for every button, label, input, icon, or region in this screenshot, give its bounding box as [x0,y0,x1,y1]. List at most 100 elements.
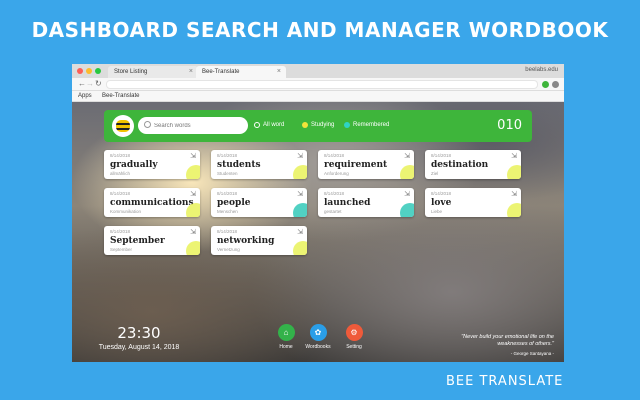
card-word: requirement [324,160,388,170]
open-card-icon[interactable]: ⇲ [511,190,517,198]
status-indicator [186,165,200,179]
open-card-icon[interactable]: ⇲ [404,190,410,198]
bookmark-bee-translate[interactable]: Bee-Translate [102,93,139,99]
close-window-button[interactable] [77,68,83,74]
status-indicator [400,165,414,179]
home-icon: ⌂ [277,324,295,341]
menu-icon[interactable] [552,81,559,88]
clock-widget: 23:30 Tuesday, August 14, 2018 [84,324,194,351]
quote-text: "Never build your emotional life on the … [461,334,554,348]
word-count: 010 [497,118,522,133]
card-word: gradually [110,160,158,170]
card-date: 8/14/2018 [431,153,452,158]
card-translation: Menschen [217,209,238,214]
tab-store-listing[interactable]: Store Listing × [108,66,198,78]
card-translation: Vernetzung [217,247,240,252]
card-date: 8/14/2018 [110,229,131,234]
card-translation: Liebe [431,209,443,214]
open-card-icon[interactable]: ⇲ [190,228,196,236]
filter-studying[interactable]: Studying [302,122,334,128]
open-card-icon[interactable]: ⇲ [297,190,303,198]
extension-icon[interactable] [542,81,549,88]
quote-author: - George Santayana - [510,350,554,356]
open-card-icon[interactable]: ⇲ [297,152,303,160]
card-word: students [217,160,261,170]
status-indicator [293,203,307,217]
card-translation: Anforderung [324,171,349,176]
word-card[interactable]: 8/14/2018 networking Vernetzung ⇲ [211,226,307,255]
bookmark-apps[interactable]: Apps [78,93,92,99]
card-date: 8/14/2018 [110,191,131,196]
open-card-icon[interactable]: ⇲ [297,228,303,236]
address-bar: ← → ↻ [72,78,564,91]
word-card[interactable]: 8/14/2018 launched gestartet ⇲ [318,188,414,217]
card-date: 8/14/2018 [324,191,345,196]
card-word: destination [431,160,489,170]
clock-date: Tuesday, August 14, 2018 [98,344,180,351]
word-card[interactable]: 8/14/2018 love Liebe ⇲ [425,188,521,217]
browser-window: Store Listing × Bee-Translate × beelabs.… [72,64,564,362]
status-indicator [507,203,521,217]
word-card[interactable]: 8/14/2018 September September ⇲ [104,226,200,255]
search-box[interactable] [138,117,248,134]
quote-widget: "Never build your emotional life on the … [442,334,554,357]
status-indicator [186,241,200,255]
card-word: love [431,198,452,208]
bee-logo-icon[interactable] [112,115,134,137]
tab-bee-translate[interactable]: Bee-Translate × [196,66,286,78]
card-translation: Studenten [217,171,238,176]
brand-label: BEE TRANSLATE [446,374,564,389]
new-tab-dashboard: All word Studying Remembered 010 8/14/20… [72,102,564,362]
app-header: All word Studying Remembered 010 [104,110,532,142]
status-indicator [507,165,521,179]
open-card-icon[interactable]: ⇲ [190,152,196,160]
nav-wordbooks-button[interactable]: ✿ Wordbooks [300,324,336,350]
word-card[interactable]: 8/14/2018 requirement Anforderung ⇲ [318,150,414,179]
word-card[interactable]: 8/14/2018 people Menschen ⇲ [211,188,307,217]
promo-title: DASHBOARD SEARCH AND MANAGER WORDBOOK [31,18,609,42]
open-card-icon[interactable]: ⇲ [190,190,196,198]
wordbooks-icon: ✿ [309,324,327,341]
card-translation: gestartet [324,209,342,214]
card-translation: September [110,247,133,252]
minimize-window-button[interactable] [86,68,92,74]
card-translation: Ziel [431,171,439,176]
card-date: 8/14/2018 [110,153,131,158]
radio-icon [254,122,260,128]
word-card[interactable]: 8/14/2018 students Studenten ⇲ [211,150,307,179]
card-word: people [217,198,251,208]
close-tab-icon[interactable]: × [277,68,281,75]
card-translation: Kommunikation [110,209,142,214]
nav-home-button[interactable]: ⌂ Home [268,324,304,350]
tab-strip: Store Listing × Bee-Translate × beelabs.… [72,64,564,78]
status-indicator [186,203,200,217]
close-tab-icon[interactable]: × [189,68,193,75]
word-card[interactable]: 8/14/2018 communications Kommunikation ⇲ [104,188,200,217]
card-word: September [110,236,165,246]
maximize-window-button[interactable] [95,68,101,74]
search-input[interactable] [154,120,242,131]
card-date: 8/14/2018 [217,153,238,158]
search-icon [144,121,151,128]
profile-label[interactable]: beelabs.edu [525,67,558,73]
nav-setting-button[interactable]: ⚙ Setting [336,324,372,350]
word-card[interactable]: 8/14/2018 destination Ziel ⇲ [425,150,521,179]
reload-icon[interactable]: ↻ [95,79,102,88]
card-date: 8/14/2018 [324,153,345,158]
card-date: 8/14/2018 [217,191,238,196]
filter-all-word[interactable]: All word [254,122,284,128]
status-indicator [400,203,414,217]
bookmarks-bar: Apps Bee-Translate [72,91,564,102]
word-card[interactable]: 8/14/2018 gradually allmählich ⇲ [104,150,200,179]
card-date: 8/14/2018 [431,191,452,196]
back-icon[interactable]: ← [78,79,86,88]
open-card-icon[interactable]: ⇲ [404,152,410,160]
studying-dot-icon [302,122,308,128]
card-word: networking [217,236,275,246]
open-card-icon[interactable]: ⇲ [511,152,517,160]
filter-remembered[interactable]: Remembered [344,122,389,128]
window-controls [77,68,101,74]
card-translation: allmählich [110,171,131,176]
forward-icon[interactable]: → [86,79,94,88]
url-field[interactable] [106,80,538,89]
